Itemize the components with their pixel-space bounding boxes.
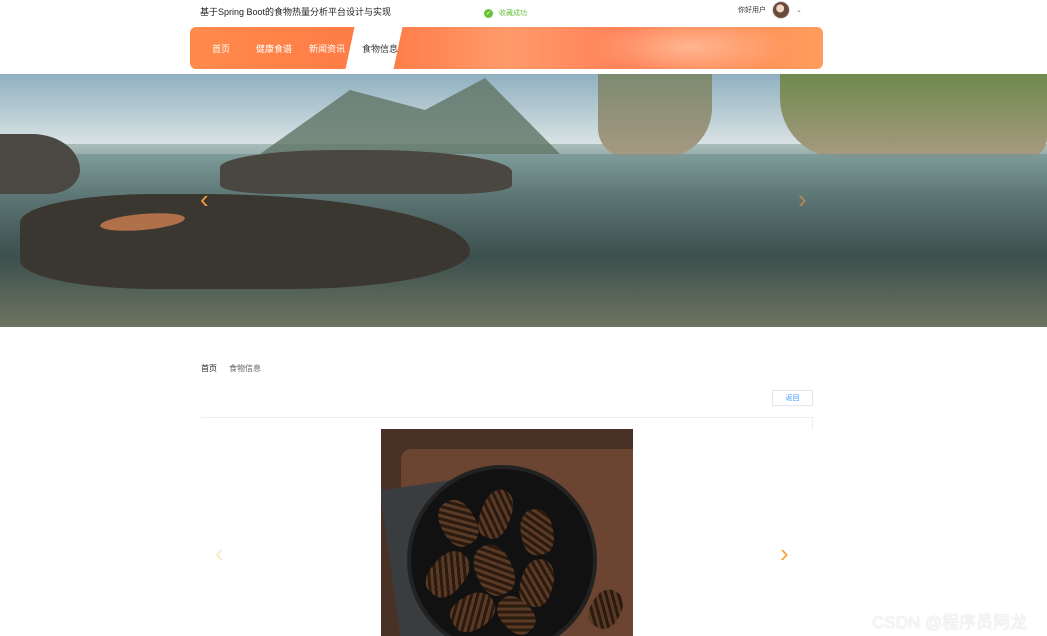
nav-item-recipes[interactable]: 健康食谱 xyxy=(256,42,292,55)
nav-item-home[interactable]: 首页 xyxy=(212,42,230,55)
watermark: CSDN @程序员阿龙 xyxy=(872,613,1028,632)
back-button[interactable]: 返回 xyxy=(772,390,813,406)
breadcrumb-current: 食物信息 xyxy=(229,364,261,373)
top-bar: 基于Spring Boot的食物热量分析平台设计与实现 ✓ 收藏成功 你好用户 … xyxy=(0,0,1047,26)
success-toast: ✓ 收藏成功 xyxy=(484,8,527,18)
toast-message: 收藏成功 xyxy=(499,10,527,17)
nav-item-food-info[interactable]: 食物信息 xyxy=(362,42,398,55)
nav-item-news[interactable]: 新闻资讯 xyxy=(309,42,345,55)
site-title: 基于Spring Boot的食物热量分析平台设计与实现 xyxy=(200,7,392,17)
divider xyxy=(201,417,813,418)
chevron-down-icon[interactable]: ⌄ xyxy=(796,6,802,14)
user-menu[interactable]: 你好用户 ⌄ xyxy=(738,1,802,19)
chevron-right-icon[interactable]: › xyxy=(780,540,789,566)
main-nav: 首页 健康食谱 新闻资讯 食物信息 xyxy=(190,27,823,69)
chevron-left-icon[interactable]: ‹ xyxy=(215,540,224,566)
user-name: 你好用户 xyxy=(738,7,766,14)
food-image xyxy=(381,429,633,636)
banner-carousel: ‹ › xyxy=(0,74,1047,327)
chevron-left-icon[interactable]: ‹ xyxy=(200,186,209,212)
avatar[interactable] xyxy=(772,1,790,19)
check-circle-icon: ✓ xyxy=(484,8,493,18)
breadcrumb-home[interactable]: 首页 xyxy=(201,363,217,374)
breadcrumb: 首页 食物信息 xyxy=(201,363,261,374)
chevron-right-icon[interactable]: › xyxy=(798,186,807,212)
